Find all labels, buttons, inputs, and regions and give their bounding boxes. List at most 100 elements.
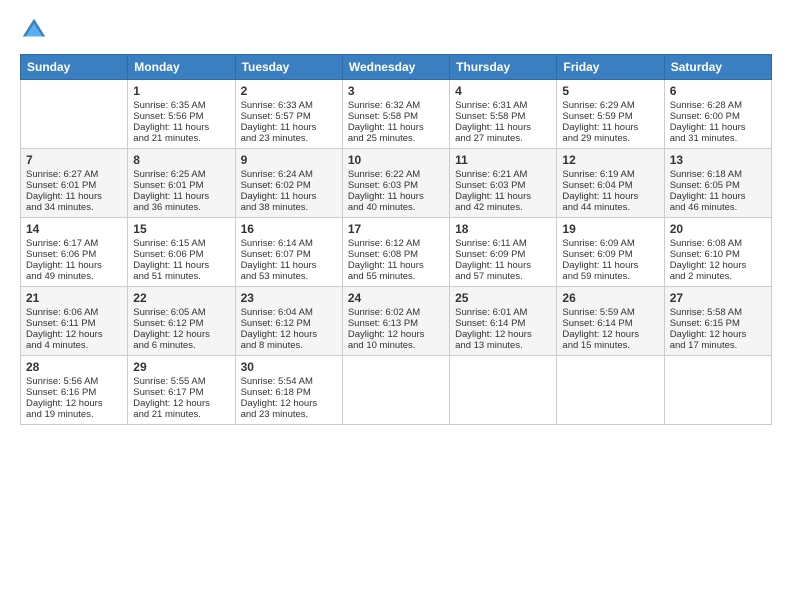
- calendar-cell: [21, 80, 128, 149]
- day-number: 28: [26, 360, 122, 374]
- day-info-line: Daylight: 11 hours: [26, 260, 122, 271]
- day-info-line: and 23 minutes.: [241, 133, 337, 144]
- day-info-line: Sunset: 6:15 PM: [670, 318, 766, 329]
- day-info-line: and 27 minutes.: [455, 133, 551, 144]
- calendar-week-row: 1Sunrise: 6:35 AMSunset: 5:56 PMDaylight…: [21, 80, 772, 149]
- day-info-line: and 44 minutes.: [562, 202, 658, 213]
- column-header-saturday: Saturday: [664, 55, 771, 80]
- calendar-cell: 11Sunrise: 6:21 AMSunset: 6:03 PMDayligh…: [450, 149, 557, 218]
- calendar-cell: 26Sunrise: 5:59 AMSunset: 6:14 PMDayligh…: [557, 287, 664, 356]
- calendar-week-row: 7Sunrise: 6:27 AMSunset: 6:01 PMDaylight…: [21, 149, 772, 218]
- day-info-line: Sunrise: 6:22 AM: [348, 169, 444, 180]
- day-info-line: Sunset: 6:17 PM: [133, 387, 229, 398]
- calendar-week-row: 28Sunrise: 5:56 AMSunset: 6:16 PMDayligh…: [21, 356, 772, 425]
- day-info-line: Daylight: 11 hours: [241, 191, 337, 202]
- calendar-cell: 18Sunrise: 6:11 AMSunset: 6:09 PMDayligh…: [450, 218, 557, 287]
- day-info-line: and 25 minutes.: [348, 133, 444, 144]
- day-info-line: Sunrise: 5:55 AM: [133, 376, 229, 387]
- column-header-monday: Monday: [128, 55, 235, 80]
- day-info-line: and 42 minutes.: [455, 202, 551, 213]
- day-info-line: Daylight: 11 hours: [455, 122, 551, 133]
- calendar-week-row: 21Sunrise: 6:06 AMSunset: 6:11 PMDayligh…: [21, 287, 772, 356]
- calendar-cell: 30Sunrise: 5:54 AMSunset: 6:18 PMDayligh…: [235, 356, 342, 425]
- day-info-line: Sunset: 6:03 PM: [455, 180, 551, 191]
- calendar-cell: 17Sunrise: 6:12 AMSunset: 6:08 PMDayligh…: [342, 218, 449, 287]
- calendar-cell: [450, 356, 557, 425]
- day-number: 12: [562, 153, 658, 167]
- day-info-line: Sunset: 6:13 PM: [348, 318, 444, 329]
- calendar-cell: 24Sunrise: 6:02 AMSunset: 6:13 PMDayligh…: [342, 287, 449, 356]
- calendar-cell: 25Sunrise: 6:01 AMSunset: 6:14 PMDayligh…: [450, 287, 557, 356]
- day-number: 6: [670, 84, 766, 98]
- calendar-cell: 1Sunrise: 6:35 AMSunset: 5:56 PMDaylight…: [128, 80, 235, 149]
- day-number: 4: [455, 84, 551, 98]
- calendar-cell: 19Sunrise: 6:09 AMSunset: 6:09 PMDayligh…: [557, 218, 664, 287]
- day-number: 30: [241, 360, 337, 374]
- day-number: 29: [133, 360, 229, 374]
- calendar-cell: 2Sunrise: 6:33 AMSunset: 5:57 PMDaylight…: [235, 80, 342, 149]
- day-info-line: Sunrise: 5:59 AM: [562, 307, 658, 318]
- calendar-cell: 5Sunrise: 6:29 AMSunset: 5:59 PMDaylight…: [557, 80, 664, 149]
- day-info-line: Sunset: 6:11 PM: [26, 318, 122, 329]
- calendar-cell: 22Sunrise: 6:05 AMSunset: 6:12 PMDayligh…: [128, 287, 235, 356]
- day-info-line: Sunset: 5:58 PM: [348, 111, 444, 122]
- day-info-line: Sunset: 6:09 PM: [562, 249, 658, 260]
- day-info-line: Sunset: 6:16 PM: [26, 387, 122, 398]
- day-info-line: Daylight: 12 hours: [133, 398, 229, 409]
- day-info-line: Sunrise: 6:18 AM: [670, 169, 766, 180]
- day-number: 26: [562, 291, 658, 305]
- calendar-cell: 4Sunrise: 6:31 AMSunset: 5:58 PMDaylight…: [450, 80, 557, 149]
- day-info-line: and 49 minutes.: [26, 271, 122, 282]
- day-info-line: Sunrise: 5:54 AM: [241, 376, 337, 387]
- calendar-week-row: 14Sunrise: 6:17 AMSunset: 6:06 PMDayligh…: [21, 218, 772, 287]
- day-info-line: and 2 minutes.: [670, 271, 766, 282]
- day-info-line: Sunset: 6:12 PM: [241, 318, 337, 329]
- day-info-line: and 46 minutes.: [670, 202, 766, 213]
- day-info-line: Sunset: 6:05 PM: [670, 180, 766, 191]
- day-info-line: Daylight: 11 hours: [670, 122, 766, 133]
- day-info-line: Sunset: 6:01 PM: [26, 180, 122, 191]
- day-info-line: Sunset: 6:06 PM: [133, 249, 229, 260]
- day-info-line: Daylight: 12 hours: [670, 260, 766, 271]
- day-info-line: Daylight: 12 hours: [670, 329, 766, 340]
- day-info-line: Sunrise: 6:19 AM: [562, 169, 658, 180]
- day-number: 8: [133, 153, 229, 167]
- day-info-line: Sunset: 6:10 PM: [670, 249, 766, 260]
- day-info-line: Sunset: 6:12 PM: [133, 318, 229, 329]
- day-info-line: Sunrise: 6:24 AM: [241, 169, 337, 180]
- day-number: 23: [241, 291, 337, 305]
- day-number: 25: [455, 291, 551, 305]
- day-info-line: and 57 minutes.: [455, 271, 551, 282]
- day-info-line: Daylight: 12 hours: [562, 329, 658, 340]
- day-info-line: Daylight: 12 hours: [26, 329, 122, 340]
- day-info-line: Sunset: 6:08 PM: [348, 249, 444, 260]
- day-info-line: Sunset: 6:01 PM: [133, 180, 229, 191]
- day-info-line: Daylight: 11 hours: [133, 260, 229, 271]
- day-number: 24: [348, 291, 444, 305]
- day-info-line: Daylight: 11 hours: [562, 260, 658, 271]
- day-info-line: and 10 minutes.: [348, 340, 444, 351]
- calendar-cell: [342, 356, 449, 425]
- calendar-cell: 23Sunrise: 6:04 AMSunset: 6:12 PMDayligh…: [235, 287, 342, 356]
- day-number: 27: [670, 291, 766, 305]
- day-number: 7: [26, 153, 122, 167]
- day-info-line: Sunset: 6:02 PM: [241, 180, 337, 191]
- day-info-line: Sunrise: 6:09 AM: [562, 238, 658, 249]
- calendar-cell: 15Sunrise: 6:15 AMSunset: 6:06 PMDayligh…: [128, 218, 235, 287]
- calendar-cell: 9Sunrise: 6:24 AMSunset: 6:02 PMDaylight…: [235, 149, 342, 218]
- day-info-line: and 34 minutes.: [26, 202, 122, 213]
- day-info-line: Sunset: 6:07 PM: [241, 249, 337, 260]
- day-info-line: Sunset: 6:00 PM: [670, 111, 766, 122]
- day-info-line: Daylight: 11 hours: [348, 191, 444, 202]
- day-number: 16: [241, 222, 337, 236]
- day-info-line: Sunrise: 6:27 AM: [26, 169, 122, 180]
- page-header: [20, 16, 772, 44]
- day-info-line: Sunrise: 6:02 AM: [348, 307, 444, 318]
- day-info-line: Daylight: 11 hours: [455, 260, 551, 271]
- day-info-line: Daylight: 11 hours: [455, 191, 551, 202]
- calendar-cell: 20Sunrise: 6:08 AMSunset: 6:10 PMDayligh…: [664, 218, 771, 287]
- day-info-line: Sunrise: 6:01 AM: [455, 307, 551, 318]
- day-info-line: and 55 minutes.: [348, 271, 444, 282]
- day-info-line: Daylight: 12 hours: [133, 329, 229, 340]
- calendar-cell: 10Sunrise: 6:22 AMSunset: 6:03 PMDayligh…: [342, 149, 449, 218]
